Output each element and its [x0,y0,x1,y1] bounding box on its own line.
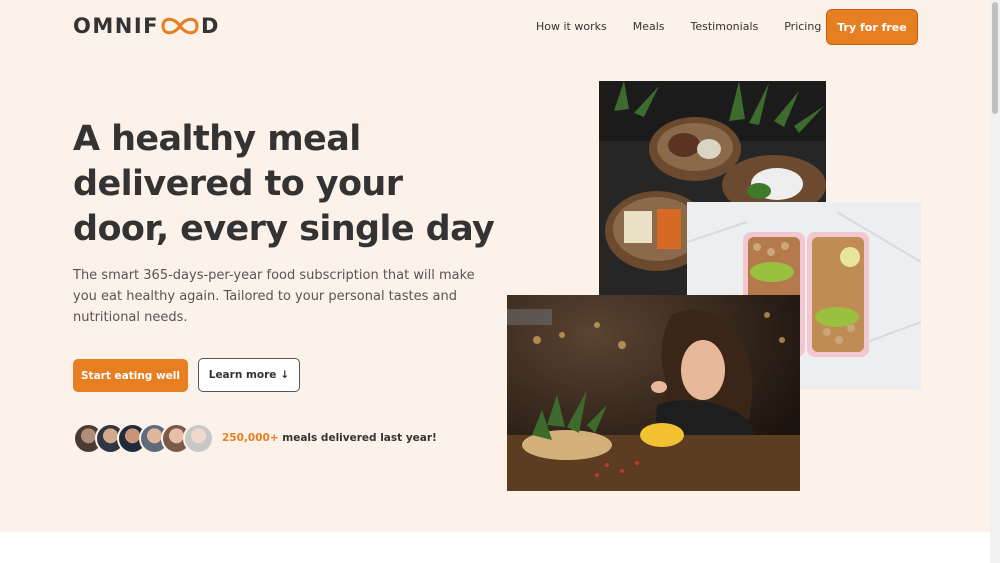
nav-link-meals[interactable]: Meals [633,20,665,33]
customer-avatars [73,423,214,455]
woman-eating-illustration [507,295,800,491]
infinity-logo-icon [161,17,199,35]
nav-link-testimonials[interactable]: Testimonials [691,20,759,33]
learn-more-button[interactable]: Learn more ↓ [198,358,300,392]
nav-link-pricing[interactable]: Pricing [784,20,821,33]
hero-description: The smart 365-days-per-year food subscri… [73,268,475,325]
arrow-down-icon: ↓ [280,369,290,381]
meals-count-label: meals delivered last year! [278,432,437,444]
logo[interactable]: OMNIF D [73,14,220,38]
nav-link-how-it-works[interactable]: How it works [536,20,607,33]
page-scrollbar[interactable] [990,0,1000,563]
scrollbar-thumb[interactable] [992,2,998,114]
start-eating-well-button[interactable]: Start eating well [73,359,188,392]
try-for-free-button[interactable]: Try for free [826,9,918,45]
meals-count: 250,000+ [222,432,279,444]
meals-delivered-stat: 250,000+ meals delivered last year! [222,432,437,444]
avatar [183,423,214,454]
main-nav: How it works Meals Testimonials Pricing [536,20,847,33]
logo-text-end: D [200,14,220,38]
hero-image-woman-eating [507,295,800,491]
hero-title: A healthy meal delivered to your door, e… [73,119,495,249]
logo-text-start: OMNIF [73,14,159,38]
learn-more-label: Learn more [208,369,277,381]
